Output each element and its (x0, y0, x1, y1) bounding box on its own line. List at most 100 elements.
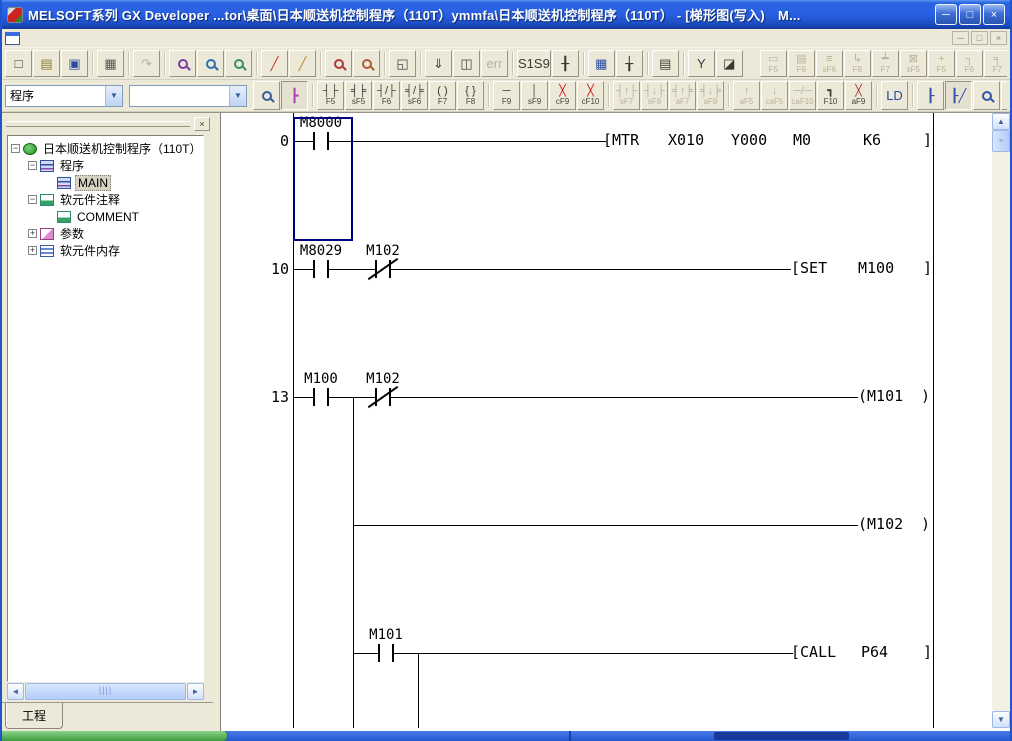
instruction-text[interactable]: [SET (791, 259, 827, 277)
tree-item-device-comment[interactable]: − 软元件注释 (8, 191, 203, 208)
vscrollbar-thumb[interactable]: ≡ (992, 130, 1010, 152)
tree-item-label[interactable]: MAIN (75, 175, 111, 191)
menu-window[interactable] (136, 36, 150, 40)
open-project-button[interactable]: ▤ (33, 50, 60, 77)
find-button[interactable] (169, 50, 196, 77)
application-instruction-button[interactable]: { } F8 (457, 81, 484, 110)
replace-device-button[interactable]: ╱ (261, 50, 288, 77)
sfc-step-button[interactable]: ▭ F5 (760, 50, 787, 77)
project-tree-hscrollbar[interactable]: ◄ ► (7, 683, 204, 700)
coil-symbol[interactable]: ) (921, 515, 930, 533)
error-check-button[interactable]: err (481, 50, 508, 77)
invert-operation-button[interactable]: ─/─ caF10 (789, 81, 816, 110)
tree-item-label[interactable]: 软元件内存 (58, 242, 122, 259)
new-project-button[interactable]: □ (5, 50, 32, 77)
tree-item-project-root[interactable]: − 日本顺送机控制程序（110T） (8, 140, 203, 157)
step-run-button[interactable]: S1S9 (517, 50, 551, 77)
scroll-up-icon[interactable]: ▲ (992, 113, 1010, 130)
comment-search-button[interactable] (253, 81, 280, 110)
contact-symbol[interactable] (327, 388, 329, 406)
replace-instruction-button[interactable]: ╱ (289, 50, 316, 77)
write-mode-button[interactable]: ┠╱ (945, 81, 972, 110)
horizontal-line-button[interactable]: ─ F9 (493, 81, 520, 110)
parallel-rising-pulse-button[interactable]: ╡↑╞ aF7 (669, 81, 696, 110)
mdi-close-button[interactable]: × (990, 31, 1007, 45)
tree-item-label[interactable]: 参数 (58, 225, 86, 242)
instruction-text[interactable]: ] (923, 259, 932, 277)
restore-button[interactable]: □ (959, 4, 981, 25)
minimize-button[interactable]: ─ (935, 4, 957, 25)
coil-button[interactable]: ( ) F7 (429, 81, 456, 110)
rising-pulse-op-button[interactable]: ↑ aF5 (733, 81, 760, 110)
save-project-button[interactable]: ▣ (61, 50, 88, 77)
find-device-button[interactable] (197, 50, 224, 77)
tree-item-label[interactable]: 日本顺送机控制程序（110T） (41, 140, 203, 157)
mdi-restore-button[interactable]: □ (971, 31, 988, 45)
ladder-vscrollbar[interactable]: ▲ ≡ ▼ (992, 113, 1010, 728)
write-to-plc-button[interactable]: ⇓ (425, 50, 452, 77)
partial-run-button[interactable]: ╂ (552, 50, 579, 77)
device-label[interactable]: M101 (351, 627, 421, 643)
sfc-dummy-step-button[interactable]: ⊠ sF5 (900, 50, 927, 77)
tree-item-label[interactable]: 程序 (58, 157, 86, 174)
parallel-closed-contact-button[interactable]: ╡/╞ sF6 (401, 81, 428, 110)
contact-symbol[interactable] (313, 388, 315, 406)
falling-pulse-op-button[interactable]: ↓ caF5 (761, 81, 788, 110)
menu-project[interactable] (24, 36, 38, 40)
expand-toggle-icon[interactable]: − (28, 195, 37, 204)
delete-line-button[interactable]: ╳ aF9 (845, 81, 872, 110)
scroll-down-icon[interactable]: ▼ (992, 711, 1010, 728)
tree-item-label[interactable]: 软元件注释 (58, 191, 122, 208)
monitor-mode-button[interactable] (973, 81, 1000, 110)
tree-item-parameter[interactable]: + 参数 (8, 225, 203, 242)
ladder-editor[interactable]: 01013M8000M8029M102M100M102M101(M101)(M1… (220, 113, 1010, 740)
find-instruction-button[interactable] (225, 50, 252, 77)
panel-grip[interactable] (6, 121, 190, 127)
scroll-left-icon[interactable]: ◄ (7, 683, 24, 700)
menu-online[interactable] (94, 36, 108, 40)
ladder-canvas[interactable]: 01013M8000M8029M102M100M102M101(M101)(M1… (221, 113, 992, 740)
print-button[interactable]: ▦ (97, 50, 124, 77)
program-monitor-list-button[interactable]: ▤ (652, 50, 679, 77)
menu-edit[interactable] (38, 36, 52, 40)
start-button[interactable] (2, 731, 228, 741)
rising-pulse-button[interactable]: ┤↑├ sF7 (613, 81, 640, 110)
menu-view[interactable] (80, 36, 94, 40)
parallel-open-contact-button[interactable]: ╡╞ sF5 (345, 81, 372, 110)
instruction-text[interactable]: P64 (861, 643, 888, 661)
sfc-block-start-step-button[interactable]: ▤ F6 (788, 50, 815, 77)
online-change-button[interactable]: ╁ (616, 50, 643, 77)
draw-line-button[interactable]: ┓ F10 (817, 81, 844, 110)
tree-item-comment[interactable]: COMMENT (8, 208, 203, 225)
sfc-jump-button[interactable]: ↳ F8 (844, 50, 871, 77)
parallel-falling-pulse-button[interactable]: ╡↓╞ aF8 (697, 81, 724, 110)
read-from-plc-button[interactable]: ◫ (453, 50, 480, 77)
active-task-button[interactable] (714, 732, 849, 740)
menu-diagnostics[interactable] (108, 36, 122, 40)
cross-reference-button[interactable] (325, 50, 352, 77)
menu-help[interactable] (150, 36, 164, 40)
coil-symbol[interactable]: ) (921, 387, 930, 405)
expand-toggle-icon[interactable]: + (28, 229, 37, 238)
device-use-list-button[interactable] (353, 50, 380, 77)
contact-symbol[interactable] (313, 260, 315, 278)
device-select[interactable]: ▼ (129, 85, 247, 107)
falling-pulse-button[interactable]: ┤↓├ sF8 (641, 81, 668, 110)
expand-toggle-icon[interactable]: − (28, 161, 37, 170)
instruction-text[interactable]: ] (923, 131, 932, 149)
open-contact-button[interactable]: ┤├ F5 (317, 81, 344, 110)
ladder-logic-test-button[interactable]: LD (881, 81, 908, 110)
expand-toggle-icon[interactable]: + (28, 246, 37, 255)
read-mode-button[interactable]: ┠ (917, 81, 944, 110)
entry-ladder-monitor-button[interactable]: ◪ (716, 50, 743, 77)
sfc-rule-sf6-button[interactable]: ≡ sF6 (816, 50, 843, 77)
closed-contact-button[interactable]: ┤/├ F6 (373, 81, 400, 110)
vertical-line-button[interactable]: │ sF9 (521, 81, 548, 110)
instruction-text[interactable]: Y000 (731, 131, 767, 149)
mdi-minimize-button[interactable]: ─ (952, 31, 969, 45)
tree-item-program[interactable]: − 程序 (8, 157, 203, 174)
device-label[interactable]: M100 (286, 371, 356, 387)
trace-button[interactable]: Y (688, 50, 715, 77)
menu-tools[interactable] (122, 36, 136, 40)
windows-taskbar[interactable] (2, 731, 1010, 741)
